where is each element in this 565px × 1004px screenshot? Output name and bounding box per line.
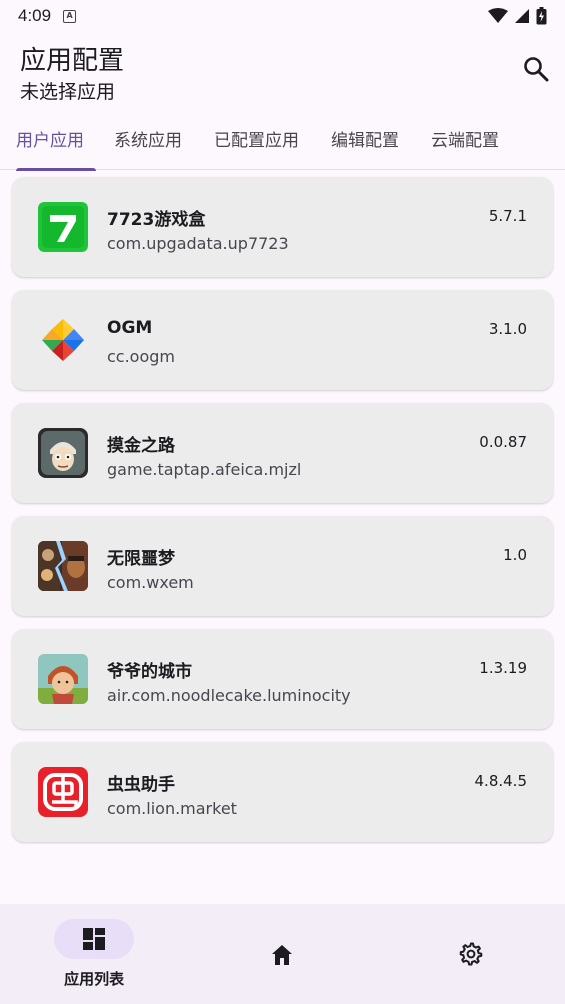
app-card-ogm[interactable]: OGM cc.oogm 3.1.0 [12, 290, 553, 390]
top-app-bar: 应用配置 未选择应用 [0, 32, 565, 106]
app-version: 3.1.0 [488, 320, 527, 338]
app-package: com.lion.market [107, 799, 237, 818]
app-package: game.taptap.afeica.mjzl [107, 460, 302, 479]
nav-app-list[interactable]: 应用列表 [0, 904, 188, 1004]
status-icons [488, 7, 547, 25]
page-subtitle: 未选择应用 [20, 81, 116, 103]
app-version: 1.0 [503, 546, 527, 564]
app-name: 虫虫助手 [107, 775, 175, 795]
app-list: 7723游戏盒 com.upgadata.up7723 5.7.1 OGM cc… [12, 177, 553, 855]
home-icon [272, 945, 293, 965]
dashboard-icon [83, 928, 106, 950]
app-version: 5.7.1 [488, 207, 527, 225]
tab-cloud-config[interactable]: 云端配置 [415, 118, 515, 170]
wifi-icon [488, 8, 508, 23]
nav-settings[interactable] [377, 904, 565, 1004]
app-mojinzhilu-character-icon [38, 428, 88, 478]
app-version: 1.3.19 [479, 659, 527, 677]
app-name: 7723游戏盒 [107, 210, 206, 230]
app-card-7723[interactable]: 7723游戏盒 com.upgadata.up7723 5.7.1 [12, 177, 553, 277]
signal-icon [515, 9, 529, 23]
gear-icon [459, 942, 483, 966]
page-title: 应用配置 [20, 46, 125, 76]
app-card-wuxianemeng[interactable]: 无限噩梦 com.wxem 1.0 [12, 516, 553, 616]
app-wuxianemeng-icon [38, 541, 88, 591]
app-name: 无限噩梦 [107, 549, 175, 569]
status-time: 4:09 [18, 6, 52, 25]
status-bar: 4:09 A [0, 0, 565, 32]
tab-edit-config[interactable]: 编辑配置 [315, 118, 415, 170]
tab-system-apps[interactable]: 系统应用 [98, 118, 198, 170]
tab-user-apps[interactable]: 用户应用 [0, 118, 98, 171]
battery-icon [536, 7, 547, 25]
app-name: OGM [107, 318, 153, 338]
bottom-navigation: 应用列表 [0, 904, 565, 1004]
app-package: com.upgadata.up7723 [107, 234, 289, 253]
app-ogm-pinwheel-icon [38, 315, 88, 365]
app-card-chongchongzhushou[interactable]: 虫虫助手 com.lion.market 4.8.4.5 [12, 742, 553, 842]
app-name: 摸金之路 [107, 436, 175, 456]
app-7723-icon [38, 202, 88, 252]
app-package: air.com.noodlecake.luminocity [107, 686, 351, 705]
app-chongchongzhushou-bug-icon [38, 767, 88, 817]
notification-a-icon: A [63, 9, 77, 23]
nav-home[interactable] [188, 904, 376, 1004]
app-package: cc.oogm [107, 347, 175, 366]
tab-row: 用户应用 系统应用 已配置应用 编辑配置 云端配置 [0, 118, 565, 171]
search-icon[interactable] [521, 54, 551, 84]
app-package: com.wxem [107, 573, 194, 592]
app-version: 4.8.4.5 [474, 772, 527, 790]
app-card-mojinzhilu[interactable]: 摸金之路 game.taptap.afeica.mjzl 0.0.87 [12, 403, 553, 503]
app-card-yeyedechengshi[interactable]: 爷爷的城市 air.com.noodlecake.luminocity 1.3.… [12, 629, 553, 729]
app-version: 0.0.87 [479, 433, 527, 451]
tab-configured-apps[interactable]: 已配置应用 [198, 118, 315, 170]
app-name: 爷爷的城市 [107, 662, 192, 682]
nav-app-list-label: 应用列表 [64, 970, 125, 988]
app-yeyedechengshi-icon [38, 654, 88, 704]
